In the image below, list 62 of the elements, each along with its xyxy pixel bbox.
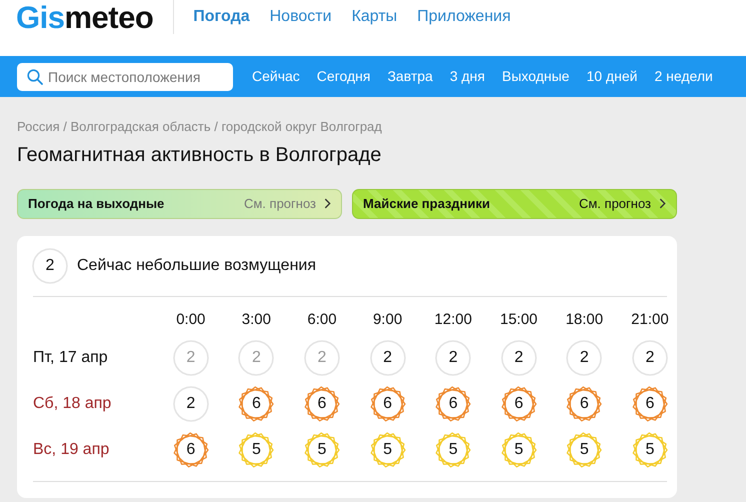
level-value: 5	[383, 440, 392, 460]
level-value: 2	[514, 348, 524, 368]
level-value: 6	[580, 394, 589, 414]
level-value: 6	[514, 394, 524, 414]
level-value: 2	[318, 348, 326, 368]
level-value: 2	[448, 348, 458, 368]
level-value: 2	[580, 348, 589, 368]
time-header: 12:00	[433, 310, 473, 330]
nav-link[interactable]: Карты	[352, 5, 398, 29]
nav-link[interactable]: Новости	[270, 5, 332, 29]
search-icon	[27, 68, 43, 84]
level-value: 2	[646, 348, 654, 368]
promo-title: Майские праздники	[363, 194, 490, 213]
promo-link: См. прогноз	[578, 194, 651, 213]
logo[interactable]: Gismeteo	[16, 2, 154, 32]
search-field[interactable]: Поиск местоположения	[17, 62, 233, 90]
level-value: 2	[186, 394, 196, 414]
promo-title: Погода на выходные	[28, 194, 164, 213]
period-link[interactable]: 2 недели	[654, 66, 713, 87]
level-value: 6	[318, 394, 326, 414]
level-value: 6	[186, 440, 196, 460]
level-value: 5	[252, 440, 261, 460]
page-title: Геомагнитная активность в Волгограде	[17, 142, 382, 166]
level-value: 6	[448, 394, 458, 414]
level-value: 5	[580, 440, 589, 460]
level-value: 6	[252, 394, 261, 414]
time-header: 3:00	[240, 310, 272, 330]
promo-banner[interactable]: Погода на выходные См. прогноз	[17, 188, 342, 218]
level-ring-icon	[30, 246, 70, 286]
promo-link: См. прогноз	[244, 194, 316, 213]
chevron-icon	[659, 198, 666, 209]
time-header: 18:00	[564, 310, 604, 330]
level-value: 5	[448, 440, 458, 460]
time-header: 6:00	[306, 310, 338, 330]
breadcrumbs: Россия / Волгоградская область / городской округ Волгоград	[17, 118, 383, 136]
period-link[interactable]: Выходные	[502, 66, 570, 87]
day-label: Вс, 19 апр	[33, 440, 110, 460]
day-label: Сб, 18 апр	[33, 394, 112, 414]
period-link[interactable]: Сегодня	[316, 66, 370, 87]
current-level: 2	[46, 256, 54, 276]
level-value: 2	[186, 348, 196, 368]
chevron-icon	[324, 198, 331, 209]
time-header: 21:00	[630, 310, 670, 330]
level-value: 2	[252, 348, 261, 368]
level-value: 6	[383, 394, 392, 414]
period-link[interactable]: 3 дня	[450, 66, 485, 87]
current-status: Сейчас небольшие возмущения	[77, 256, 316, 276]
nav-link[interactable]: Приложения	[417, 5, 511, 29]
period-link[interactable]: 10 дней	[586, 66, 638, 87]
day-label: Пт, 17 апр	[33, 348, 109, 368]
nav-link[interactable]: Погода	[193, 5, 250, 29]
time-header: 0:00	[175, 310, 206, 330]
level-value: 2	[383, 348, 392, 368]
level-value: 6	[646, 394, 654, 414]
level-value: 5	[514, 440, 524, 460]
time-header: 9:00	[372, 310, 404, 330]
level-value: 5	[318, 440, 326, 460]
promo-banner[interactable]: Майские праздники См. прогноз	[352, 188, 677, 218]
period-link[interactable]: Сейчас	[252, 66, 300, 87]
level-value: 5	[646, 440, 654, 460]
time-header: 15:00	[498, 310, 539, 330]
period-link[interactable]: Завтра	[387, 66, 433, 87]
